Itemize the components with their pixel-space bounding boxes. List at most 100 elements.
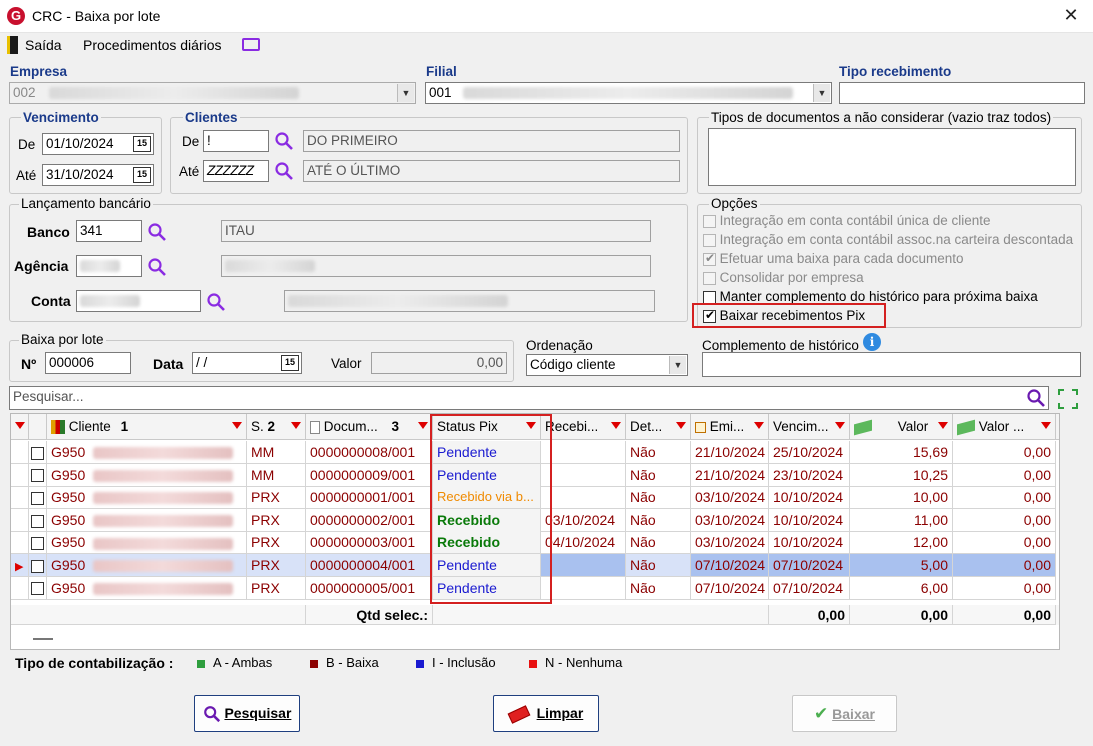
checkbox[interactable] [31, 559, 44, 573]
row-checkbox[interactable] [29, 531, 47, 555]
clientes-de-input[interactable]: ! [203, 130, 269, 152]
row-checkbox[interactable] [29, 508, 47, 532]
chevron-down-icon[interactable]: ▼ [669, 356, 686, 374]
legend-item-b: B - Baixa [310, 655, 379, 670]
exit-door-icon[interactable] [7, 36, 18, 54]
header-t[interactable]: T [1056, 414, 1059, 440]
option-label: Integração em conta contábil única de cl… [719, 213, 991, 228]
banco-input[interactable]: 341 [76, 220, 142, 242]
tipo-recebimento-input[interactable] [839, 82, 1085, 104]
row-indicator [11, 576, 29, 600]
calendar-icon[interactable]: 15 [281, 355, 299, 371]
lote-data-input[interactable]: / / 15 [192, 352, 302, 374]
search-icon[interactable] [147, 257, 167, 277]
header-valor2[interactable]: Valor ... [953, 414, 1056, 440]
checkbox[interactable] [31, 582, 44, 596]
row-indicator [11, 531, 29, 555]
cell-cliente: G950 [47, 554, 247, 577]
chevron-down-icon[interactable]: ▼ [813, 84, 830, 102]
filter-icon[interactable] [754, 422, 764, 429]
filter-icon[interactable] [232, 422, 242, 429]
agencia-input[interactable] [76, 255, 142, 277]
row-checkbox[interactable] [29, 576, 47, 600]
horizontal-scrollbar[interactable] [33, 638, 53, 640]
exit-button[interactable]: Saída [25, 37, 62, 53]
search-icon[interactable] [206, 292, 226, 312]
clientes-ate-input[interactable]: ZZZZZZ [203, 160, 269, 182]
cliente-code: G950 [51, 511, 86, 528]
option-item[interactable]: Integração em conta contábil única de cl… [703, 213, 1081, 232]
filter-icon[interactable] [291, 422, 301, 429]
filter-icon[interactable] [15, 422, 25, 429]
vencimento-de-input[interactable]: 01/10/2024 15 [42, 133, 154, 155]
complemento-input[interactable] [702, 352, 1081, 377]
header-documento[interactable]: Docum... 3 [306, 414, 433, 440]
limpar-button[interactable]: Limpar [493, 695, 599, 732]
option-item[interactable]: Consolidar por empresa [703, 270, 1081, 289]
row-checkbox[interactable] [29, 486, 47, 510]
option-item[interactable]: Integração em conta contábil assoc.na ca… [703, 232, 1081, 251]
sort-order: 1 [120, 419, 129, 434]
option-item[interactable]: ✔ Efetuar uma baixa para cada documento [703, 251, 1081, 270]
vencimento-ate-input[interactable]: 31/10/2024 15 [42, 164, 154, 186]
row-checkbox[interactable] [29, 554, 47, 577]
info-icon[interactable]: i [863, 333, 881, 351]
search-icon[interactable] [274, 131, 294, 151]
daily-procedures-menu[interactable]: Procedimentos diários [83, 37, 222, 53]
header-valor[interactable]: Valor [850, 414, 953, 440]
close-button[interactable]: ✕ [1058, 4, 1084, 28]
search-icon[interactable] [1026, 388, 1046, 408]
clientes-ate-name: ATÉ O ÚLTIMO [303, 160, 680, 182]
pesquisar-button[interactable]: Pesquisar [194, 695, 300, 732]
empresa-select[interactable]: 002 ▼ [9, 82, 416, 104]
header-emissao[interactable]: Emi... [691, 414, 769, 440]
lote-data-value: / / [196, 355, 208, 370]
clientes-de-name: DO PRIMEIRO [303, 130, 680, 152]
filial-select[interactable]: 001 ▼ [425, 82, 832, 104]
row-checkbox[interactable] [29, 441, 47, 464]
checkbox[interactable]: ✔ [703, 251, 716, 267]
checkbox[interactable] [703, 215, 716, 229]
cell-s: PRX [247, 531, 306, 555]
legend-label: N - Nenhuma [545, 655, 623, 670]
baixar-button[interactable]: ✔ Baixar [792, 695, 897, 732]
cell-emissao: 03/10/2024 [691, 508, 769, 532]
cell-recebimento: 03/10/2024 [541, 508, 626, 532]
header-vencimento[interactable]: Vencim... [769, 414, 850, 440]
header-recebimento[interactable]: Recebi... [541, 414, 626, 440]
filter-icon[interactable] [938, 422, 948, 429]
filter-icon[interactable] [611, 422, 621, 429]
row-checkbox[interactable] [29, 463, 47, 487]
search-icon[interactable] [147, 222, 167, 242]
checkbox[interactable] [31, 491, 44, 505]
chevron-down-icon[interactable]: ▼ [397, 84, 414, 102]
filter-icon[interactable] [676, 422, 686, 429]
checkbox[interactable] [703, 272, 716, 286]
checkbox[interactable] [31, 469, 44, 483]
lote-num-input[interactable]: 000006 [45, 352, 131, 374]
conta-redacted [80, 295, 140, 308]
calendar-icon[interactable]: 15 [133, 167, 151, 183]
header-s[interactable]: S. 2 [247, 414, 306, 440]
cell-s: PRX [247, 486, 306, 510]
checkbox[interactable] [31, 514, 44, 528]
vencimento-ate-label: Até [16, 168, 37, 183]
cell-valor: 5,00 [850, 554, 953, 577]
tipos-docs-input[interactable] [708, 128, 1076, 186]
monitor-icon[interactable] [242, 38, 260, 51]
checkbox[interactable] [703, 234, 716, 248]
grid-search-input[interactable]: Pesquisar... [9, 386, 1049, 410]
expand-icon[interactable] [1057, 388, 1079, 410]
conta-input[interactable] [76, 290, 201, 312]
cell-valor: 15,69 [850, 441, 953, 464]
filter-icon[interactable] [835, 422, 845, 429]
header-detalhe[interactable]: Det... [626, 414, 691, 440]
calendar-icon[interactable]: 15 [133, 136, 151, 152]
filter-icon[interactable] [418, 422, 428, 429]
search-icon[interactable] [274, 161, 294, 181]
header-cliente[interactable]: Cliente 1 [47, 414, 247, 440]
filter-icon[interactable] [1041, 422, 1051, 429]
checkbox[interactable] [31, 537, 44, 551]
checkbox[interactable] [31, 446, 44, 460]
ordenacao-select[interactable]: Código cliente ▼ [526, 354, 688, 376]
